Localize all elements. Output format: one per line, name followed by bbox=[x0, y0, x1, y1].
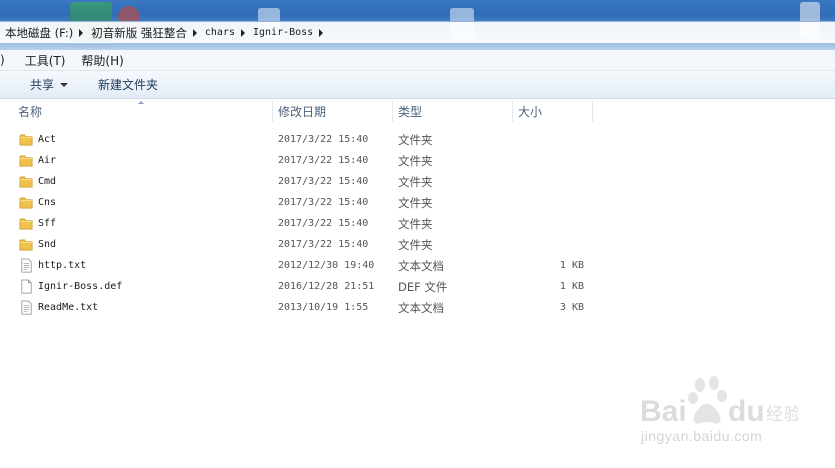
watermark-url: jingyan.baidu.com bbox=[641, 428, 763, 444]
breadcrumb-folder-2[interactable]: chars bbox=[200, 22, 237, 43]
column-divider[interactable] bbox=[512, 101, 513, 122]
column-header-type[interactable]: 类型 bbox=[398, 99, 422, 124]
file-size bbox=[512, 192, 584, 213]
menu-item-help[interactable]: 帮助(H) bbox=[77, 52, 127, 69]
file-type: 文件夹 bbox=[398, 174, 433, 189]
sort-ascending-icon bbox=[138, 101, 144, 104]
file-date: 2013/10/19 1:55 bbox=[278, 302, 369, 313]
file-type: 文本文档 bbox=[398, 300, 444, 315]
file-row-ignir-boss-def[interactable]: Ignir-Boss.def 2016/12/28 21:51 DEF 文件 1… bbox=[0, 276, 835, 297]
file-size: 1 KB bbox=[559, 281, 584, 292]
file-date: 2017/3/22 15:40 bbox=[278, 218, 369, 229]
svg-text:经: 经 bbox=[766, 405, 783, 425]
column-header-name[interactable]: 名称 bbox=[18, 99, 42, 124]
file-name: Cns bbox=[38, 197, 57, 208]
file-row-act[interactable]: Act 2017/3/22 15:40 文件夹 bbox=[0, 129, 835, 150]
new-folder-button-label: 新建文件夹 bbox=[98, 78, 159, 92]
chevron-right-icon[interactable] bbox=[319, 28, 324, 37]
folder-icon bbox=[19, 197, 33, 209]
file-row-cns[interactable]: Cns 2017/3/22 15:40 文件夹 bbox=[0, 192, 835, 213]
breadcrumb-folder-1[interactable]: 初音新版 强狂整合 bbox=[86, 22, 189, 43]
file-date: 2017/3/22 15:40 bbox=[278, 176, 369, 187]
menu-item-partial[interactable]: ) bbox=[0, 53, 9, 67]
file-name: Act bbox=[38, 134, 57, 145]
menu-item-tools[interactable]: 工具(T) bbox=[21, 52, 70, 69]
breadcrumb-drive[interactable]: 本地磁盘 (F:) bbox=[0, 22, 75, 43]
chevron-down-icon bbox=[60, 82, 69, 87]
file-date: 2012/12/30 19:40 bbox=[278, 260, 375, 271]
column-header-row: 名称 修改日期 类型 大小 bbox=[0, 99, 835, 124]
file-date: 2017/3/22 15:40 bbox=[278, 197, 369, 208]
share-button[interactable]: 共享 bbox=[24, 74, 74, 96]
folder-icon bbox=[19, 239, 33, 251]
file-size bbox=[512, 171, 584, 192]
file-name: Cmd bbox=[38, 176, 57, 187]
file-size: 1 KB bbox=[559, 260, 584, 271]
new-folder-button[interactable]: 新建文件夹 bbox=[92, 74, 164, 96]
file-date: 2016/12/28 21:51 bbox=[278, 281, 375, 292]
file-icon bbox=[21, 279, 32, 294]
text-file-icon bbox=[21, 300, 32, 315]
file-name: Snd bbox=[38, 239, 57, 250]
file-row-air[interactable]: Air 2017/3/22 15:40 文件夹 bbox=[0, 150, 835, 171]
file-date: 2017/3/22 15:40 bbox=[278, 239, 369, 250]
file-name: Air bbox=[38, 155, 57, 166]
file-type: 文件夹 bbox=[398, 132, 433, 147]
file-date: 2017/3/22 15:40 bbox=[278, 155, 369, 166]
file-size: 3 KB bbox=[559, 302, 584, 313]
file-type: 文件夹 bbox=[398, 216, 433, 231]
file-name: http.txt bbox=[38, 260, 87, 271]
svg-text:du: du bbox=[728, 395, 765, 428]
file-name: Ignir-Boss.def bbox=[38, 281, 123, 292]
file-row-readme-txt[interactable]: ReadMe.txt 2013/10/19 1:55 文本文档 3 KB bbox=[0, 297, 835, 318]
text-file-icon bbox=[21, 258, 32, 273]
chevron-right-icon[interactable] bbox=[241, 28, 245, 37]
menu-bar: ) 工具(T) 帮助(H) bbox=[0, 50, 835, 71]
file-size bbox=[512, 234, 584, 255]
file-size bbox=[512, 213, 584, 234]
column-header-date[interactable]: 修改日期 bbox=[278, 99, 326, 124]
file-date: 2017/3/22 15:40 bbox=[278, 134, 369, 145]
file-row-http-txt[interactable]: http.txt 2012/12/30 19:40 文本文档 1 KB bbox=[0, 255, 835, 276]
breadcrumb: 本地磁盘 (F:) 初音新版 强狂整合 chars Ignir-Boss bbox=[0, 21, 835, 44]
column-divider[interactable] bbox=[592, 101, 593, 122]
file-type: 文件夹 bbox=[398, 153, 433, 168]
folder-icon bbox=[19, 218, 33, 230]
file-row-snd[interactable]: Snd 2017/3/22 15:40 文件夹 bbox=[0, 234, 835, 255]
command-toolbar: 共享 新建文件夹 bbox=[0, 71, 835, 99]
file-row-sff[interactable]: Sff 2017/3/22 15:40 文件夹 bbox=[0, 213, 835, 234]
file-name: ReadMe.txt bbox=[38, 302, 99, 313]
file-type: DEF 文件 bbox=[398, 279, 448, 294]
folder-icon bbox=[19, 155, 33, 167]
file-type: 文本文档 bbox=[398, 258, 444, 273]
share-button-label: 共享 bbox=[30, 78, 55, 92]
file-size bbox=[512, 129, 584, 150]
file-type: 文件夹 bbox=[398, 237, 433, 252]
address-bar-area: 本地磁盘 (F:) 初音新版 强狂整合 chars Ignir-Boss bbox=[0, 0, 835, 50]
file-list: Act 2017/3/22 15:40 文件夹 Air 2017/3/22 15… bbox=[0, 129, 835, 318]
file-size bbox=[512, 150, 584, 171]
file-type: 文件夹 bbox=[398, 195, 433, 210]
chevron-right-icon[interactable] bbox=[79, 28, 84, 37]
chevron-right-icon[interactable] bbox=[192, 28, 197, 37]
file-row-cmd[interactable]: Cmd 2017/3/22 15:40 文件夹 bbox=[0, 171, 835, 192]
column-header-size[interactable]: 大小 bbox=[518, 99, 542, 124]
folder-icon bbox=[19, 134, 33, 146]
column-divider[interactable] bbox=[392, 101, 393, 122]
breadcrumb-folder-3[interactable]: Ignir-Boss bbox=[248, 22, 315, 43]
svg-text:验: 验 bbox=[784, 405, 798, 425]
file-name: Sff bbox=[38, 218, 57, 229]
svg-text:Bai: Bai bbox=[640, 395, 687, 428]
folder-icon bbox=[19, 176, 33, 188]
column-divider[interactable] bbox=[272, 101, 273, 122]
